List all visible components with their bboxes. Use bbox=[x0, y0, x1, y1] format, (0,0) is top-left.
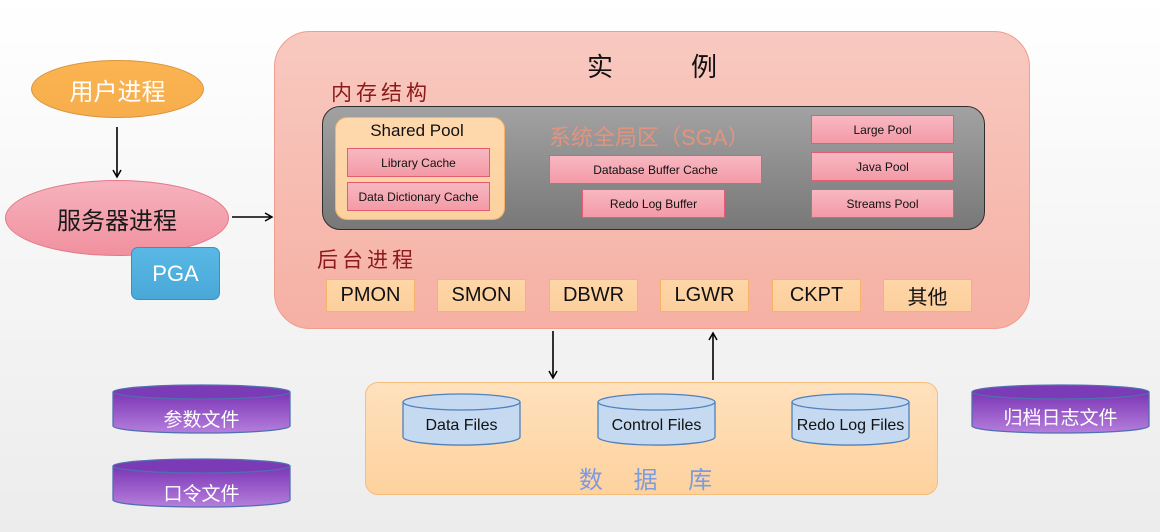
server-process-label: 服务器进程 bbox=[57, 207, 177, 235]
redo-log-buffer-box: Redo Log Buffer bbox=[582, 189, 725, 218]
data-files-cylinder: Data Files bbox=[402, 393, 521, 446]
memory-structure-label: 内存结构 bbox=[331, 82, 431, 105]
bg-process-label: LGWR bbox=[674, 284, 735, 306]
shared-pool-title: Shared Pool bbox=[370, 121, 464, 140]
data-dictionary-cache-box: Data Dictionary Cache bbox=[347, 182, 490, 211]
bg-process-ckpt: CKPT bbox=[772, 279, 861, 312]
bg-process-label: DBWR bbox=[562, 284, 625, 306]
large-pool-box: Large Pool bbox=[811, 115, 954, 144]
instance-title: 实 例 bbox=[587, 47, 717, 84]
bg-process-smon: SMON bbox=[437, 279, 526, 312]
java-pool-box: Java Pool bbox=[811, 152, 954, 181]
user-process-node: 用户进程 bbox=[31, 60, 204, 118]
database-buffer-cache-label: Database Buffer Cache bbox=[593, 162, 718, 177]
database-buffer-cache-box: Database Buffer Cache bbox=[549, 155, 762, 184]
streams-pool-label: Streams Pool bbox=[846, 196, 919, 211]
pga-label: PGA bbox=[152, 260, 199, 286]
control-files-label: Control Files bbox=[611, 417, 702, 434]
instance-title-char: 例 bbox=[690, 52, 717, 82]
bg-process-other: 其他 bbox=[883, 279, 972, 312]
redo-log-files-cylinder: Redo Log Files bbox=[791, 393, 910, 446]
java-pool-label: Java Pool bbox=[856, 159, 909, 174]
redo-log-buffer-label: Redo Log Buffer bbox=[609, 196, 698, 211]
data-files-label: Data Files bbox=[425, 417, 498, 434]
password-file-label: 口令文件 bbox=[163, 484, 240, 505]
password-file-cylinder: 口令文件 bbox=[112, 457, 291, 509]
pga-node: PGA bbox=[131, 247, 220, 300]
bg-process-dbwr: DBWR bbox=[549, 279, 638, 312]
data-dictionary-cache-label: Data Dictionary Cache bbox=[358, 189, 479, 204]
background-process-label: 后台进程 bbox=[317, 249, 417, 272]
control-files-cylinder: Control Files bbox=[597, 393, 716, 446]
large-pool-label: Large Pool bbox=[853, 122, 912, 137]
parameter-file-label: 参数文件 bbox=[163, 410, 240, 431]
library-cache-box: Library Cache bbox=[347, 148, 490, 177]
bg-process-label: PMON bbox=[340, 284, 401, 306]
redo-log-files-label: Redo Log Files bbox=[796, 417, 905, 434]
bg-process-pmon: PMON bbox=[326, 279, 415, 312]
bg-process-label: SMON bbox=[451, 284, 512, 306]
database-title: 数 据 库 bbox=[578, 467, 725, 494]
bg-process-label: CKPT bbox=[789, 284, 844, 306]
archive-log-file-cylinder: 归档日志文件 bbox=[971, 383, 1150, 435]
user-process-label: 用户进程 bbox=[69, 78, 166, 106]
library-cache-label: Library Cache bbox=[381, 155, 456, 170]
instance-title-char: 实 bbox=[587, 52, 614, 82]
bg-process-label: 其他 bbox=[907, 287, 948, 309]
sga-title: 系统全局区（SGA） bbox=[549, 125, 750, 150]
server-process-node: 服务器进程 bbox=[5, 180, 229, 256]
streams-pool-box: Streams Pool bbox=[811, 189, 954, 218]
bg-process-lgwr: LGWR bbox=[660, 279, 749, 312]
archive-log-file-label: 归档日志文件 bbox=[1003, 408, 1118, 429]
parameter-file-cylinder: 参数文件 bbox=[112, 383, 291, 435]
